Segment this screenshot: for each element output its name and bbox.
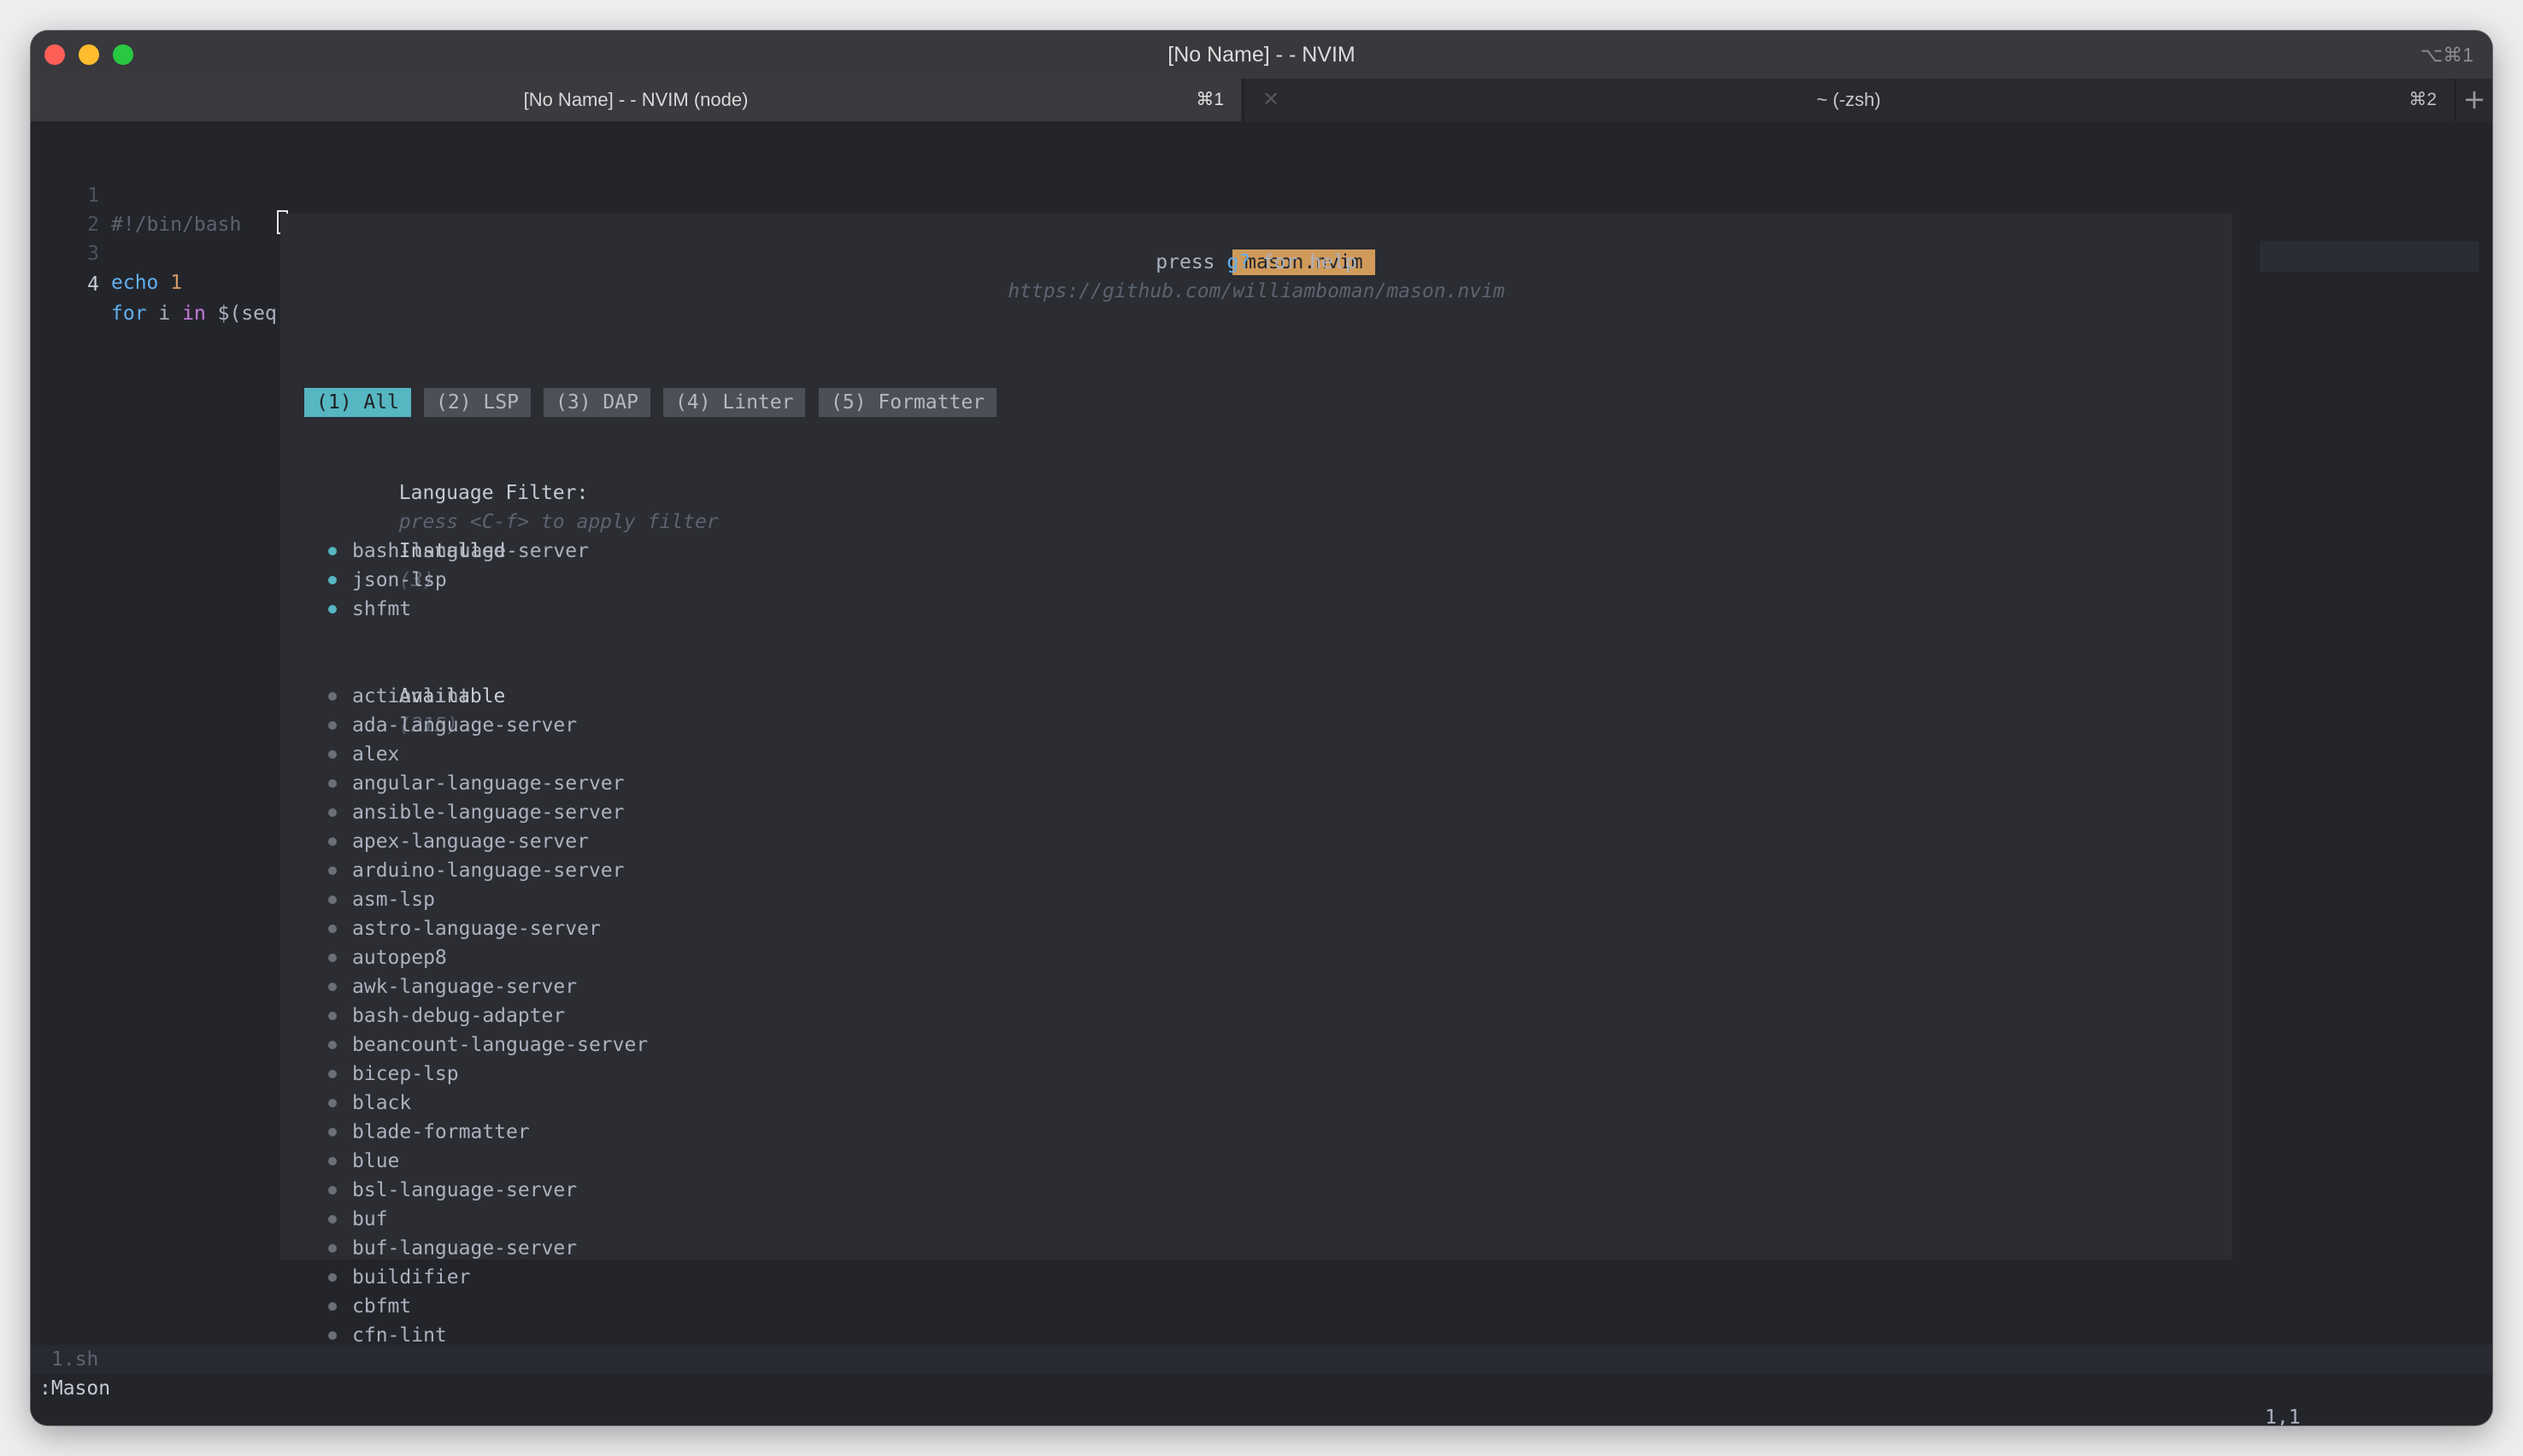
package-name: apex-language-server xyxy=(352,831,589,853)
package-name: ansible-language-server xyxy=(352,801,625,824)
available-dot-icon xyxy=(328,808,337,817)
available-dot-icon xyxy=(328,983,337,991)
tab-linter[interactable]: (4) Linter xyxy=(663,388,806,417)
package-name: bicep-lsp xyxy=(352,1063,459,1085)
package-name: buf xyxy=(352,1208,388,1230)
window-shortcut: ⌥⌘1 xyxy=(2420,44,2473,66)
terminal-window: [No Name] - - NVIM ⌥⌘1 [No Name] - - NVI… xyxy=(31,31,2492,1425)
help-prefix: press xyxy=(1156,251,1227,273)
available-dot-icon xyxy=(328,779,337,788)
number-literal: 1 xyxy=(170,272,183,294)
title-bar[interactable]: [No Name] - - NVIM ⌥⌘1 xyxy=(31,31,2492,79)
installed-dot-icon xyxy=(328,547,337,555)
available-dot-icon xyxy=(328,954,337,962)
keyword: for xyxy=(111,302,147,325)
status-filename: 1.sh xyxy=(51,1348,99,1371)
package-name: alex xyxy=(352,743,400,766)
mason-header: mason.nvim xyxy=(280,219,2232,275)
available-dot-icon xyxy=(328,1331,337,1340)
package-name: bash-language-server xyxy=(352,540,589,562)
new-tab-button[interactable]: + xyxy=(2455,79,2492,121)
tab-label: [No Name] - - NVIM (node) xyxy=(523,89,749,110)
available-dot-icon xyxy=(328,925,337,933)
language-filter[interactable]: Language Filter: press <C-f> to apply fi… xyxy=(304,449,719,533)
package-name: ada-language-server xyxy=(352,714,578,737)
line-text: echo 1 xyxy=(111,268,182,297)
tab-zsh[interactable]: ✕ ~ (-zsh) ⌘2 xyxy=(1243,79,2454,121)
package-name: astro-language-server xyxy=(352,918,601,940)
package-name: json-lsp xyxy=(352,569,447,591)
available-dot-icon xyxy=(328,837,337,846)
keyword: echo xyxy=(111,272,159,294)
tab-nvim[interactable]: [No Name] - - NVIM (node) ⌘1 xyxy=(31,79,1241,121)
available-dot-icon xyxy=(328,866,337,875)
package-name: autopep8 xyxy=(352,947,447,969)
package-name: cbfmt xyxy=(352,1295,412,1318)
available-dot-icon xyxy=(328,1273,337,1282)
package-name: blade-formatter xyxy=(352,1121,530,1143)
status-line: 1.sh xyxy=(31,1345,2492,1374)
package-name: actionlint xyxy=(352,685,471,707)
tab-dap[interactable]: (3) DAP xyxy=(544,388,650,417)
available-heading: Available (215) xyxy=(304,653,506,737)
line-text: for i in $(seq xyxy=(111,299,277,328)
window-title: [No Name] - - NVIM xyxy=(1167,43,1356,67)
filter-label: Language Filter: xyxy=(398,482,589,504)
tab-shortcut: ⌘1 xyxy=(1196,90,1224,109)
editor-buffer[interactable]: 1 #!/bin/bash 2 3 echo 1 4 for i in $(se… xyxy=(31,121,2492,1425)
code-fragment: i xyxy=(146,302,183,325)
installed-dot-icon xyxy=(328,605,337,614)
mason-window[interactable]: mason.nvim press g? for help https://git… xyxy=(280,214,2232,1347)
available-dot-icon xyxy=(328,1215,337,1224)
available-dot-icon xyxy=(328,1128,337,1136)
help-suffix: for help xyxy=(1250,251,1357,273)
installed-dot-icon xyxy=(328,576,337,584)
command-line[interactable]: :Mason xyxy=(39,1374,110,1403)
available-dot-icon xyxy=(328,692,337,701)
package-name: arduino-language-server xyxy=(352,860,625,882)
installed-heading: Installed (3) xyxy=(304,508,506,591)
package-name: blue xyxy=(352,1150,400,1172)
editor-line: 1 #!/bin/bash xyxy=(31,152,2492,236)
tab-formatter[interactable]: (5) Formatter xyxy=(819,388,997,417)
available-dot-icon xyxy=(328,1099,337,1107)
help-hint: press g? for help xyxy=(280,248,2232,277)
package-name: bash-debug-adapter xyxy=(352,1005,566,1027)
tab-bar: [No Name] - - NVIM (node) ⌘1 ✕ ~ (-zsh) … xyxy=(31,79,2492,122)
help-key: g? xyxy=(1226,251,1251,273)
tab-all[interactable]: (1) All xyxy=(304,388,411,417)
available-dot-icon xyxy=(328,1070,337,1078)
code-fragment: $(seq xyxy=(205,302,277,325)
tab-lsp[interactable]: (2) LSP xyxy=(424,388,531,417)
available-dot-icon xyxy=(328,1012,337,1020)
package-name: shfmt xyxy=(352,598,412,620)
editor-line: 2 xyxy=(31,181,2492,236)
available-dot-icon xyxy=(328,1186,337,1195)
cursorline-highlight xyxy=(2260,241,2479,272)
available-dot-icon xyxy=(328,750,337,759)
package-name: awk-language-server xyxy=(352,976,578,998)
package-name: buf-language-server xyxy=(352,1237,578,1259)
package-name: asm-lsp xyxy=(352,889,435,911)
available-dot-icon xyxy=(328,1244,337,1253)
available-dot-icon xyxy=(328,895,337,904)
tab-shortcut: ⌘2 xyxy=(2408,90,2437,109)
tab-label: ~ (-zsh) xyxy=(1816,89,1881,110)
package-name: black xyxy=(352,1092,412,1114)
cursor-position: 1,1 xyxy=(2265,1406,2301,1425)
line-number: 4 xyxy=(87,273,99,296)
available-dot-icon xyxy=(328,1302,337,1311)
available-dot-icon xyxy=(328,721,337,730)
package-name: bsl-language-server xyxy=(352,1179,578,1201)
available-dot-icon xyxy=(328,1041,337,1049)
mason-url[interactable]: https://github.com/williamboman/mason.nv… xyxy=(280,277,2232,306)
package-name: beancount-language-server xyxy=(352,1034,649,1056)
package-name: buildifier xyxy=(352,1266,471,1289)
keyword: in xyxy=(182,302,206,325)
available-dot-icon xyxy=(328,1157,337,1165)
package-name: angular-language-server xyxy=(352,772,625,795)
